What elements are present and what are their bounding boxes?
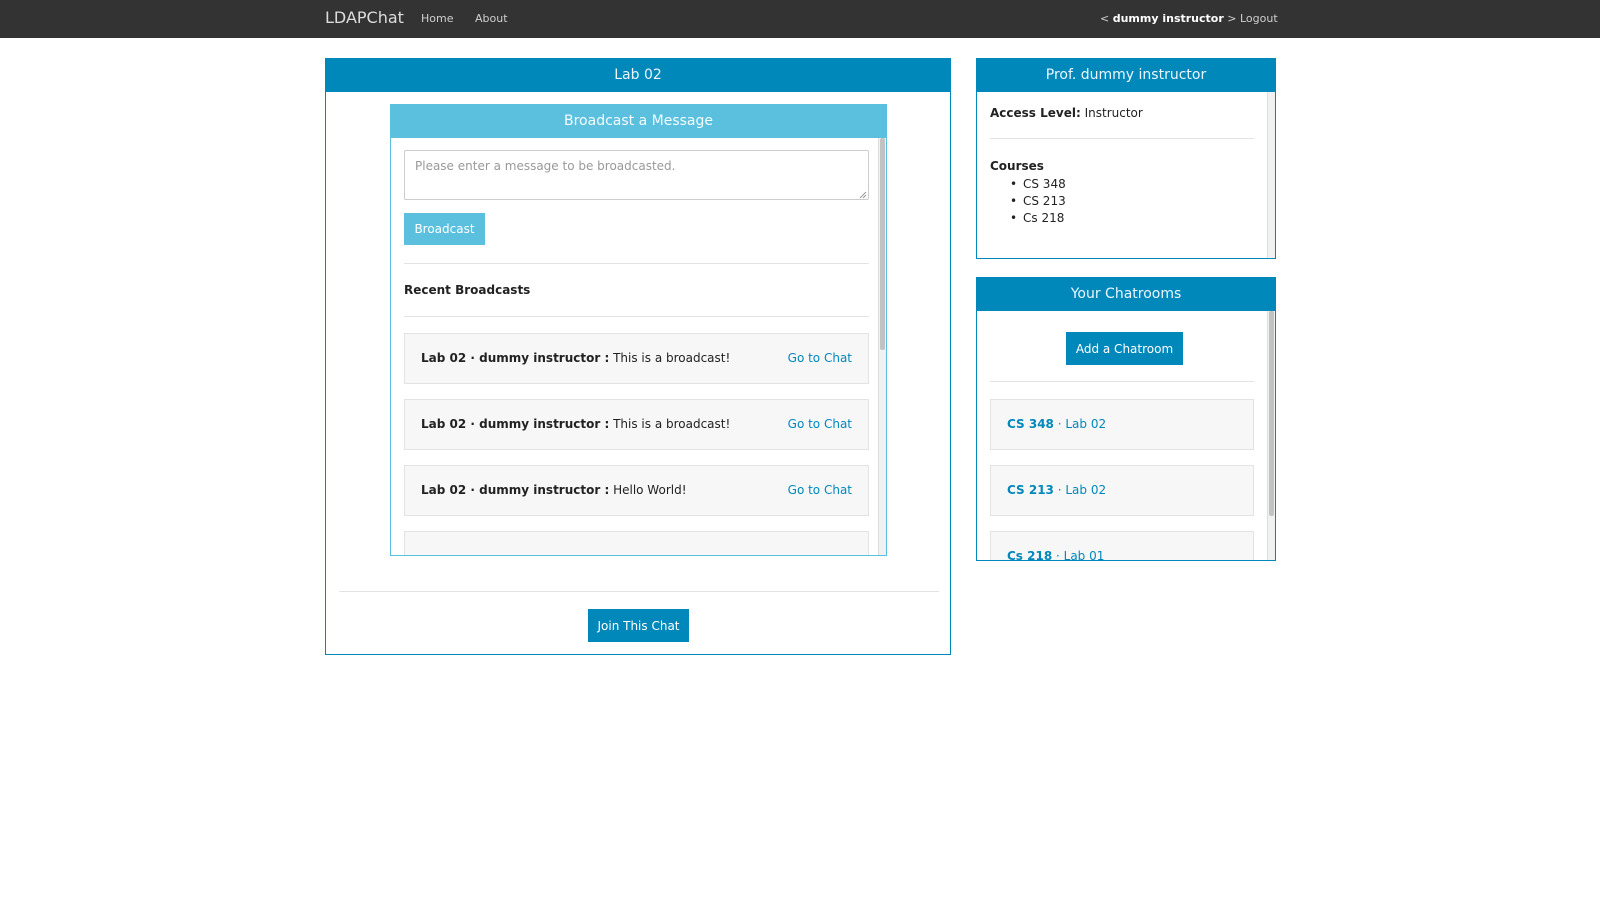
broadcast-message: This is a broadcast! (613, 417, 731, 431)
broadcast-item: Lab 02 · dummy instructor : This is a br… (404, 399, 869, 450)
divider (990, 138, 1254, 139)
courses-list: CS 348 CS 213 Cs 218 (1010, 176, 1066, 227)
chatroom-link[interactable]: Cs 218 · Lab 01 (1007, 549, 1104, 560)
course-item: CS 348 (1010, 176, 1066, 193)
broadcast-text: Lab 02 · dummy instructor : Hello World! (421, 483, 687, 497)
broadcast-sender: Lab 02 · dummy instructor : (421, 417, 610, 431)
nav-home-link[interactable]: Home (421, 12, 453, 25)
profile-body: Access Level: Instructor Courses CS 348 … (977, 92, 1267, 258)
chatroom-course: Cs 218 (1007, 549, 1053, 560)
chatrooms-panel: Your Chatrooms Add a Chatroom CS 348 · L… (976, 277, 1276, 561)
chatroom-item[interactable]: Cs 218 · Lab 01 (990, 531, 1254, 560)
broadcast-message: Hello World! (613, 483, 687, 497)
broadcast-button[interactable]: Broadcast (404, 213, 485, 245)
go-to-chat-link[interactable]: Go to Chat (788, 351, 852, 365)
courses-heading: Courses (990, 159, 1044, 173)
chatroom-name: Lab 01 (1063, 549, 1105, 560)
broadcast-scrollbar[interactable] (878, 138, 886, 555)
broadcast-sender: Lab 02 · dummy instructor : (421, 351, 610, 365)
broadcast-scrollbar-thumb[interactable] (880, 138, 885, 350)
go-to-chat-link[interactable]: Go to Chat (788, 417, 852, 431)
course-item: Cs 218 (1010, 210, 1066, 227)
broadcast-item: Lab 02 · dummy instructor : Hello World!… (404, 465, 869, 516)
go-to-chat-link[interactable]: Go to Chat (788, 483, 852, 497)
chatroom-separator: · (1052, 549, 1064, 560)
user-bracket-close: > (1223, 12, 1237, 25)
access-level: Access Level: Instructor (990, 106, 1143, 120)
broadcast-sender: Lab 02 · dummy instructor : (421, 483, 610, 497)
chatrooms-scrollbar[interactable] (1267, 311, 1275, 560)
chatroom-title: Lab 02 (326, 59, 950, 92)
chatroom-name: Lab 02 (1065, 417, 1107, 431)
divider (404, 316, 869, 317)
nav-user-menu[interactable]: < dummy instructor > (1100, 12, 1237, 25)
recent-broadcasts-heading: Recent Broadcasts (404, 283, 531, 297)
user-name: dummy instructor (1112, 12, 1224, 25)
user-bracket-open: < (1100, 12, 1113, 25)
chatrooms-scroll-area[interactable]: Add a Chatroom CS 348 · Lab 02 CS 213 · … (977, 311, 1267, 560)
chatroom-course: CS 213 (1007, 483, 1054, 497)
divider (990, 381, 1254, 382)
broadcast-message: This is a broadcast! (613, 351, 731, 365)
broadcast-message-input[interactable] (404, 150, 869, 200)
chatroom-separator: · (1053, 483, 1066, 497)
chatroom-link[interactable]: CS 213 · Lab 02 (1007, 483, 1106, 497)
broadcast-scroll-area[interactable]: Broadcast Recent Broadcasts Lab 02 · dum… (391, 138, 878, 555)
chatrooms-title: Your Chatrooms (977, 278, 1275, 311)
broadcast-text: Lab 02 · dummy instructor : This is a br… (421, 417, 730, 431)
access-level-value: Instructor (1084, 106, 1143, 120)
nav-about-link[interactable]: About (475, 12, 508, 25)
divider (339, 591, 939, 592)
chatroom-link[interactable]: CS 348 · Lab 02 (1007, 417, 1106, 431)
profile-panel: Prof. dummy instructor Access Level: Ins… (976, 58, 1276, 259)
add-chatroom-button[interactable]: Add a Chatroom (1066, 332, 1183, 365)
resize-grip-icon[interactable] (858, 190, 867, 199)
divider (404, 263, 869, 264)
logout-link[interactable]: Logout (1240, 12, 1278, 25)
chatrooms-scrollbar-thumb[interactable] (1269, 311, 1274, 516)
profile-title: Prof. dummy instructor (977, 59, 1275, 92)
profile-scrollbar[interactable] (1267, 92, 1275, 258)
brand-logo[interactable]: LDAPChat (325, 8, 404, 27)
top-navbar: LDAPChat Home About < dummy instructor >… (0, 0, 1600, 38)
broadcast-panel-title: Broadcast a Message (391, 105, 886, 138)
access-level-label: Access Level: (990, 106, 1081, 120)
chatroom-separator: · (1053, 417, 1066, 431)
join-chat-button[interactable]: Join This Chat (588, 609, 689, 642)
broadcast-item: Lab 02 · dummy instructor : This is a br… (404, 333, 869, 384)
broadcast-item-partial (404, 531, 869, 555)
chatroom-course: CS 348 (1007, 417, 1054, 431)
broadcast-text: Lab 02 · dummy instructor : This is a br… (421, 351, 730, 365)
chatroom-name: Lab 02 (1065, 483, 1107, 497)
broadcast-panel: Broadcast a Message Broadcast Recent Bro… (390, 104, 887, 556)
chatroom-item[interactable]: CS 348 · Lab 02 (990, 399, 1254, 450)
chatroom-item[interactable]: CS 213 · Lab 02 (990, 465, 1254, 516)
chatroom-panel: Lab 02 Broadcast a Message Broadcast Rec… (325, 58, 951, 655)
course-item: CS 213 (1010, 193, 1066, 210)
